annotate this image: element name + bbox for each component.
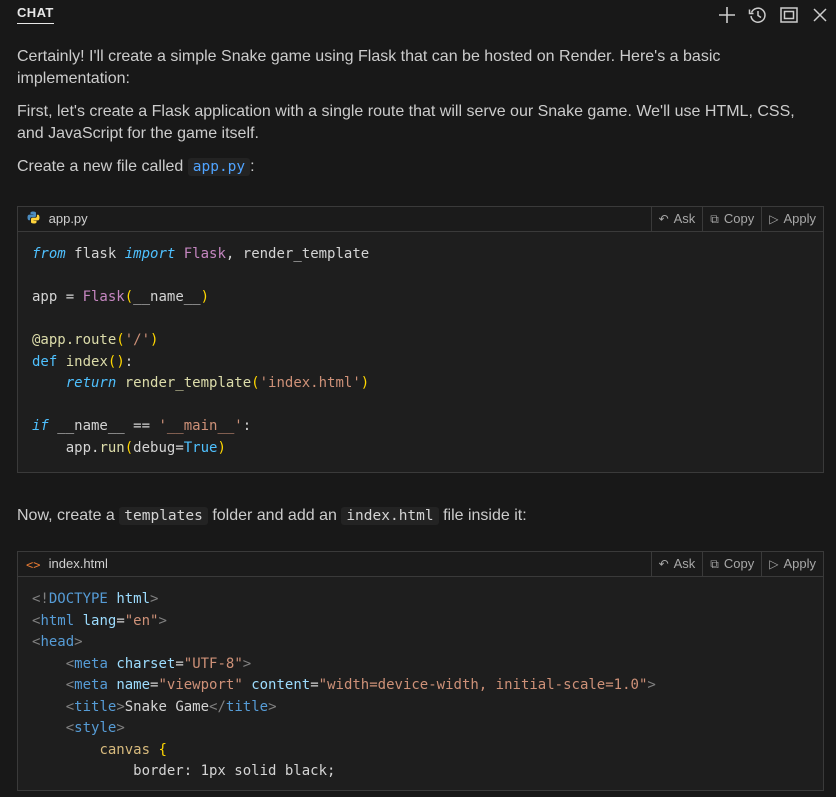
inline-code-filename[interactable]: index.html (341, 507, 439, 525)
code-block-header: app.py ↶ Ask ⧉ Copy ▷ Apply (18, 207, 823, 232)
inline-code-folder[interactable]: templates (119, 507, 208, 525)
filename-label: app.py (48, 211, 88, 226)
paragraph-text: folder and add an (212, 507, 337, 524)
code-block-app-py: app.py ↶ Ask ⧉ Copy ▷ Apply from flask impo… (17, 206, 824, 473)
play-icon: ▷ (769, 212, 779, 226)
close-icon[interactable] (809, 4, 831, 26)
code-block-actions: ↶ Ask ⧉ Copy ▷ Apply (650, 207, 823, 231)
chat-tab-title[interactable]: CHAT (17, 5, 54, 24)
plus-icon[interactable] (716, 4, 738, 26)
copy-icon: ⧉ (710, 212, 719, 226)
copy-label: Copy (723, 211, 755, 226)
paragraph-text: file inside it: (443, 507, 527, 524)
paragraph-text: Now, create a (17, 507, 115, 524)
history-icon[interactable] (747, 4, 769, 26)
ask-button[interactable]: ↶ Ask (650, 552, 703, 576)
inline-code-filename[interactable]: app.py (187, 158, 251, 176)
code-block-index-html: <> index.html ↶ Ask ⧉ Copy ▷ Apply <!DOCTYP… (17, 551, 824, 791)
code-block-header: <> index.html ↶ Ask ⧉ Copy ▷ Apply (18, 552, 823, 577)
code-content[interactable]: from flask import Flask, render_template… (18, 232, 823, 473)
message-paragraph-3: Create a new file called app.py: (17, 156, 823, 178)
apply-button[interactable]: ▷ Apply (761, 552, 823, 576)
apply-label: Apply (783, 211, 816, 226)
code-block-actions: ↶ Ask ⧉ Copy ▷ Apply (650, 552, 823, 576)
reply-icon: ↶ (658, 557, 669, 571)
chat-message: Certainly! I'll create a simple Snake ga… (17, 46, 823, 178)
apply-button[interactable]: ▷ Apply (761, 207, 823, 231)
message-paragraph-4: Now, create a templates folder and add a… (17, 505, 823, 527)
chat-header: CHAT (0, 0, 836, 30)
ask-label: Ask (673, 211, 696, 226)
html-icon: <> (26, 557, 41, 572)
python-icon (26, 208, 40, 232)
message-paragraph-2: First, let's create a Flask application … (17, 103, 795, 142)
reply-icon: ↶ (658, 212, 669, 226)
filename-label: index.html (48, 556, 108, 571)
copy-label: Copy (723, 556, 755, 571)
paragraph-text: : (250, 158, 255, 175)
paragraph-text: Create a new file called (17, 158, 184, 175)
copy-button[interactable]: ⧉ Copy (702, 207, 761, 231)
ask-label: Ask (673, 556, 696, 571)
copy-button[interactable]: ⧉ Copy (702, 552, 761, 576)
message-paragraph-1: Certainly! I'll create a simple Snake ga… (17, 48, 721, 87)
code-block-filename: app.py (26, 207, 88, 231)
code-block-filename: <> index.html (26, 552, 108, 576)
maximize-icon[interactable] (778, 4, 800, 26)
play-icon: ▷ (769, 557, 779, 571)
ask-button[interactable]: ↶ Ask (650, 207, 703, 231)
copy-icon: ⧉ (710, 557, 719, 571)
apply-label: Apply (783, 556, 816, 571)
code-content[interactable]: <!DOCTYPE html> <html lang="en"> <head> … (18, 577, 823, 797)
